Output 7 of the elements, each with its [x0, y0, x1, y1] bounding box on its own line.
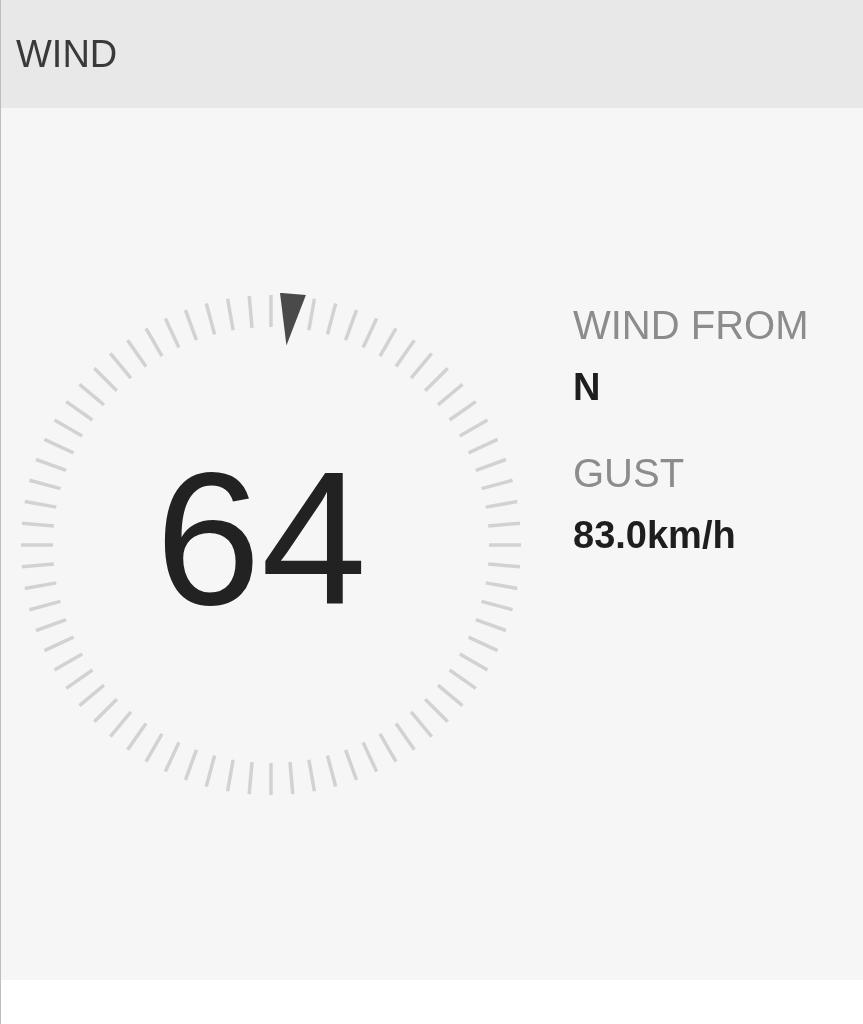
pointer-icon	[280, 293, 306, 346]
wind-speed: 64	[154, 443, 368, 633]
detail-value: N	[573, 366, 602, 409]
detail-value: 83.0km/h	[573, 514, 737, 557]
detail-label: GUST	[573, 451, 686, 496]
detail-label: WIND FROM	[573, 303, 809, 348]
header-title: WIND	[16, 32, 118, 76]
